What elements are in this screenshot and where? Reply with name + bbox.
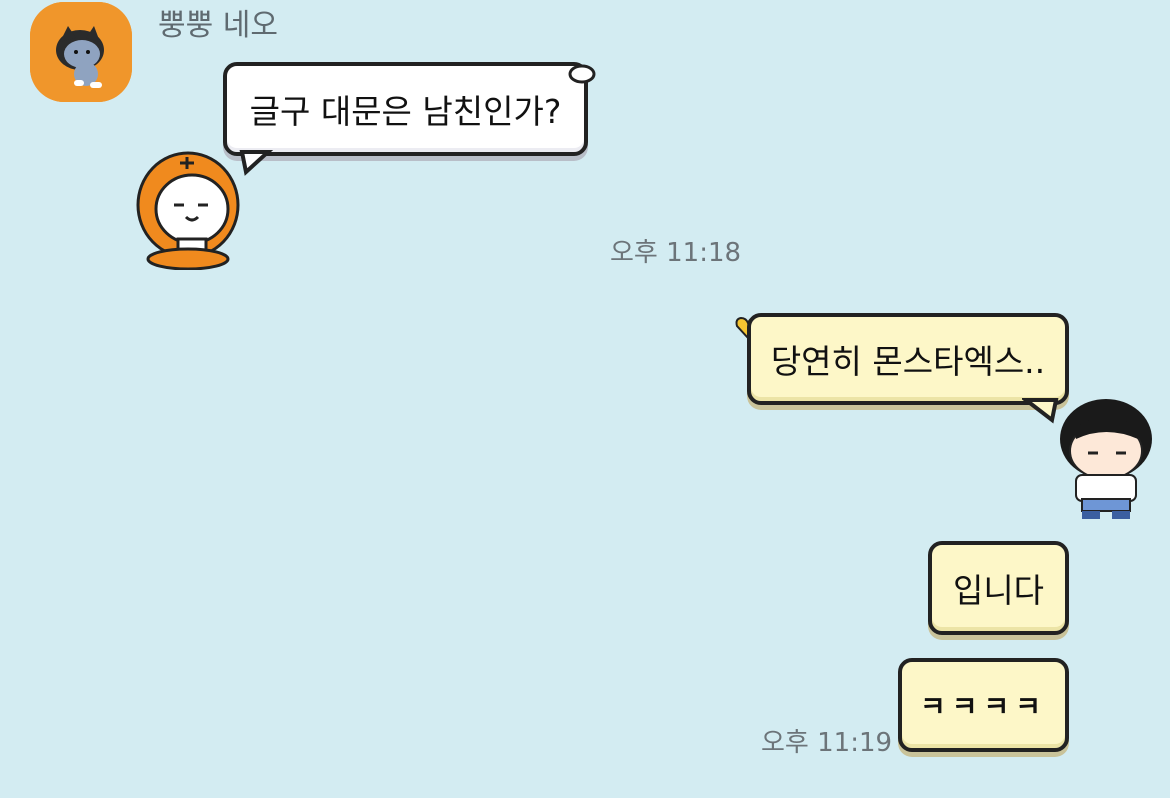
outgoing-message-bubble[interactable]: 당연히 몬스타엑스.. bbox=[747, 313, 1069, 405]
tiger-costume-sticker-icon bbox=[136, 151, 240, 270]
message-timestamp: 오후 11:19 bbox=[761, 728, 893, 758]
cloud-decoration-icon bbox=[568, 64, 596, 84]
message-text: 글구 대문은 남친인가? bbox=[249, 92, 562, 131]
message-timestamp: 오후 11:18 bbox=[610, 238, 742, 268]
incoming-message-bubble[interactable]: 글구 대문은 남친인가? bbox=[223, 62, 588, 156]
outgoing-message-bubble[interactable]: ㅋㅋㅋㅋ bbox=[898, 658, 1069, 752]
boy-character-sticker-icon bbox=[1060, 399, 1152, 519]
cat-character-icon bbox=[30, 2, 132, 102]
message-text: 입니다 bbox=[952, 571, 1045, 610]
sender-avatar[interactable] bbox=[30, 2, 132, 102]
bubble-tail-icon bbox=[239, 150, 274, 176]
message-text: ㅋㅋㅋㅋ bbox=[919, 690, 1048, 723]
sender-name: 뿡뿡 네오 bbox=[158, 8, 278, 43]
message-text: 당연히 몬스타엑스.. bbox=[770, 342, 1046, 381]
outgoing-message-bubble[interactable]: 입니다 bbox=[928, 541, 1069, 635]
